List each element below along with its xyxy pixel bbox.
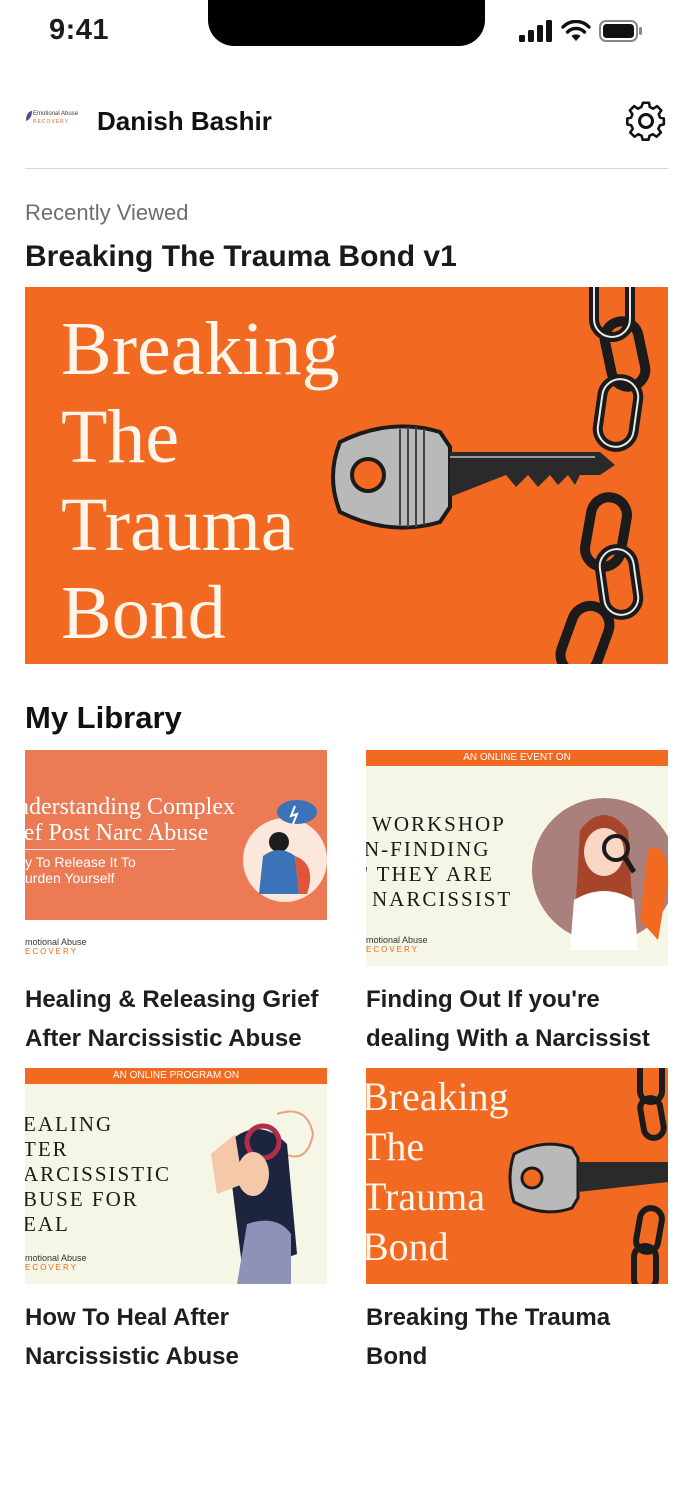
thumb-subtitle: y To Release It To urden Yourself [25,854,136,886]
thumb-heading-line: WORKSHOP [372,812,506,836]
thumb-logo-subline: ECOVERY [25,1263,78,1272]
thumb-logo-subline: ECOVERY [25,947,78,956]
stressed-woman-illustration-icon [211,1110,315,1284]
my-library-title: My Library [25,700,182,735]
battery-icon [599,20,642,42]
thumb-top-band: AN ONLINE EVENT ON [366,750,668,766]
app-header: Emotional Abuse RECOVERY Danish Bashir [25,95,668,147]
thumb-heading: WORKSHOP N-FINDING ' THEY ARE NARCISSIST [366,812,513,912]
thumb-heading-line: EAL [25,1212,70,1236]
user-name: Danish Bashir [97,105,272,136]
library-card-title: How To Heal After Narcissistic Abuse [25,1304,239,1370]
status-time: 9:41 [49,14,110,46]
thumb-heading-line: BUSE FOR [25,1187,139,1211]
library-card-thumbnail: AN ONLINE EVENT ON WORKSHOP N-FINDING ' … [366,750,668,966]
library-card[interactable]: AN ONLINE EVENT ON WORKSHOP N-FINDING ' … [366,750,668,1058]
key-icon [331,424,615,530]
library-card-title: Finding Out If you're dealing With a Nar… [366,986,650,1052]
recently-viewed-card[interactable]: Breaking The Trauma Bond [25,287,668,664]
hero-line: Breaking [61,307,340,391]
thumb-heading-line: ' THEY ARE [366,862,494,886]
thumb-rule [25,849,175,850]
thumb-heading-line: Bond [366,1224,449,1269]
thumb-logo-line: motional Abuse [366,935,428,945]
thumb-heading-line: Trauma [366,1174,485,1219]
logo-subtext: RECOVERY [33,119,69,125]
thumb-logo: motional Abuse ECOVERY [366,935,428,955]
settings-button[interactable] [624,99,668,143]
recently-viewed-label: Recently Viewed [25,200,189,225]
recently-viewed-title[interactable]: Breaking The Trauma Bond v1 [25,240,457,274]
hero-line: The [61,395,180,479]
hero-cover-text: Breaking The Trauma Bond [61,305,340,657]
library-card-title: Breaking The Trauma Bond [366,1304,611,1370]
hero-line: Bond [61,571,226,655]
thumb-heading: Breaking The Trauma Bond [366,1072,509,1272]
thumb-logo-subline: ECOVERY [366,945,419,954]
library-card-thumbnail: AN ONLINE PROGRAM ON EALING TER ARCISSIS… [25,1068,327,1284]
chain-icon [631,1068,667,1284]
woman-magnifier-illustration-icon [532,798,668,950]
thumb-heading-line: ief Post Narc Abuse [25,820,209,846]
device-notch [208,0,485,46]
thumb-logo-line: motional Abuse [25,937,87,947]
logo-text: Emotional Abuse [33,111,79,117]
thumb-logo: motional Abuse ECOVERY [25,937,87,957]
library-card[interactable]: Breaking The Trauma Bond Breaking The Tr… [366,1068,668,1376]
settings-gear-icon [626,101,666,141]
thumb-heading-line: nderstanding Complex [25,794,235,820]
thumb-heading-line: NARCISSIST [372,887,513,911]
thumb-heading-line: EALING [25,1112,114,1136]
logo-leaf-icon [26,111,32,121]
thumb-heading-line: The [366,1124,425,1169]
thumb-heading-line: Breaking [366,1074,509,1119]
library-card[interactable]: nderstanding Complex ief Post Narc Abuse… [25,750,327,1058]
hero-line: Trauma [61,483,295,567]
thumb-logo-line: motional Abuse [25,1253,87,1263]
thumb-top-band: AN ONLINE PROGRAM ON [25,1068,327,1084]
library-card-thumbnail: Breaking The Trauma Bond [366,1068,668,1284]
brand-logo: Emotional Abuse RECOVERY [25,110,79,132]
thumb-subtitle-line: y To Release It To [25,854,136,870]
sad-person-illustration-icon [243,800,327,902]
signal-icon [519,20,552,42]
thumb-heading-line: TER [25,1137,69,1161]
status-bar: 9:41 [0,0,693,60]
library-card-thumbnail: nderstanding Complex ief Post Narc Abuse… [25,750,327,966]
thumb-logo: motional Abuse ECOVERY [25,1253,87,1273]
thumb-heading: EALING TER ARCISSISTIC BUSE FOR EAL [25,1112,171,1237]
header-divider [25,168,668,169]
wifi-icon [561,20,591,41]
status-icons [519,20,643,42]
thumb-heading-line: ARCISSISTIC [25,1162,172,1186]
library-card-title: Healing & Releasing Grief After Narcissi… [25,986,319,1052]
thumb-heading: nderstanding Complex ief Post Narc Abuse [25,794,235,846]
thumb-subtitle-line: urden Yourself [25,870,115,886]
library-card[interactable]: AN ONLINE PROGRAM ON EALING TER ARCISSIS… [25,1068,327,1376]
thumb-heading-line: N-FINDING [366,837,491,861]
